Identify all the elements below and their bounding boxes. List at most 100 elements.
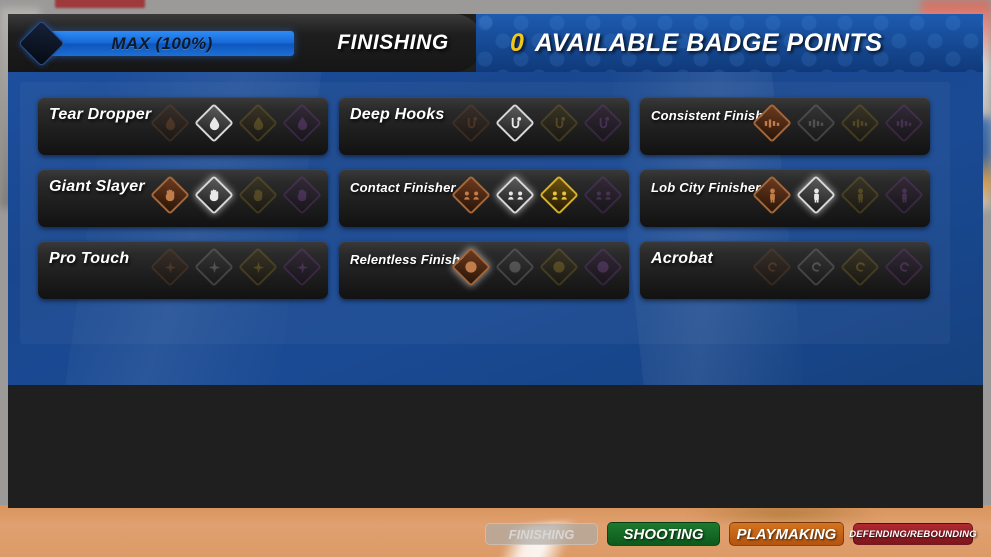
- badge-tier-hof-icon[interactable]: [884, 247, 924, 287]
- badge-tier-bronze-icon[interactable]: [451, 175, 491, 215]
- badge-glyph-hand-icon: [282, 175, 322, 215]
- badge-glyph-ball-icon: [539, 247, 579, 287]
- badge-card[interactable]: Acrobat: [640, 241, 930, 299]
- badge-tier-bronze-icon[interactable]: [752, 103, 792, 143]
- menu-lower-area: [8, 385, 983, 508]
- badge-tier-hof-icon[interactable]: [583, 247, 623, 287]
- badge-tier-silver-icon[interactable]: [495, 103, 535, 143]
- badge-tier-gold-icon[interactable]: [539, 247, 579, 287]
- badge-glyph-contact-icon: [495, 175, 535, 215]
- badge-tier-bronze-icon[interactable]: [451, 247, 491, 287]
- badge-tier-hof-icon[interactable]: [282, 103, 322, 143]
- badge-glyph-player-icon: [796, 175, 836, 215]
- badge-tier-row: [752, 103, 924, 143]
- badge-tier-hof-icon[interactable]: [282, 175, 322, 215]
- badge-tier-bronze-icon[interactable]: [150, 103, 190, 143]
- badge-glyph-swirl-icon: [752, 247, 792, 287]
- badge-card[interactable]: Tear Dropper: [38, 97, 328, 155]
- badge-name: Tear Dropper: [49, 106, 152, 123]
- badge-category-header: MAX (100%) FINISHING 0 AVAILABLE BADGE P…: [8, 14, 983, 72]
- badge-tier-bronze-icon[interactable]: [451, 103, 491, 143]
- category-title: FINISHING: [337, 31, 449, 54]
- badge-grid: Tear Dropper Deep Hooks Consistent Finishe…: [38, 97, 958, 299]
- badge-glyph-droplet-icon: [238, 103, 278, 143]
- badge-name: Contact Finisher: [350, 180, 456, 195]
- badge-glyph-player-icon: [752, 175, 792, 215]
- badge-tier-row: [451, 247, 623, 287]
- badge-glyph-ball-icon: [495, 247, 535, 287]
- nav-tab-playmaking[interactable]: PLAYMAKING: [729, 522, 844, 546]
- badge-tier-hof-icon[interactable]: [884, 175, 924, 215]
- badge-glyph-bars-icon: [752, 103, 792, 143]
- badge-tier-bronze-icon[interactable]: [150, 175, 190, 215]
- badge-tier-row: [150, 103, 322, 143]
- badge-tier-gold-icon[interactable]: [539, 175, 579, 215]
- badge-tier-gold-icon[interactable]: [840, 103, 880, 143]
- badge-list-panel: Tear Dropper Deep Hooks Consistent Finishe…: [8, 72, 983, 385]
- badge-tier-row: [150, 175, 322, 215]
- badge-tier-hof-icon[interactable]: [884, 103, 924, 143]
- badge-tier-hof-icon[interactable]: [282, 247, 322, 287]
- badge-tier-silver-icon[interactable]: [796, 175, 836, 215]
- badge-glyph-contact-icon: [451, 175, 491, 215]
- background-red-banner: [55, 0, 145, 8]
- badge-tier-silver-icon[interactable]: [796, 103, 836, 143]
- badge-tier-gold-icon[interactable]: [539, 103, 579, 143]
- badge-glyph-droplet-icon: [194, 103, 234, 143]
- badge-card[interactable]: Lob City Finisher: [640, 169, 930, 227]
- badge-points-banner: 0 AVAILABLE BADGE POINTS: [476, 14, 983, 72]
- badge-tier-gold-icon[interactable]: [840, 247, 880, 287]
- badge-name: Lob City Finisher: [651, 180, 761, 195]
- badge-tier-row: [752, 175, 924, 215]
- badge-points-label: AVAILABLE BADGE POINTS: [534, 28, 883, 57]
- nav-tab-shooting[interactable]: SHOOTING: [607, 522, 720, 546]
- badge-glyph-swirl-icon: [796, 247, 836, 287]
- badge-tier-row: [451, 175, 623, 215]
- badge-card[interactable]: Giant Slayer: [38, 169, 328, 227]
- badge-tier-silver-icon[interactable]: [495, 175, 535, 215]
- badge-tier-gold-icon[interactable]: [238, 247, 278, 287]
- badge-glyph-droplet-icon: [150, 103, 190, 143]
- nav-tab-defending[interactable]: DEFENDING/REBOUNDING: [849, 523, 977, 545]
- badge-tier-silver-icon[interactable]: [495, 247, 535, 287]
- badge-tier-silver-icon[interactable]: [194, 247, 234, 287]
- badge-glyph-swirl-icon: [840, 247, 880, 287]
- badge-tier-gold-icon[interactable]: [238, 175, 278, 215]
- badge-tier-bronze-icon[interactable]: [752, 175, 792, 215]
- badge-glyph-hand-icon: [238, 175, 278, 215]
- badge-tier-row: [752, 247, 924, 287]
- badge-tier-gold-icon[interactable]: [238, 103, 278, 143]
- badge-tier-hof-icon[interactable]: [583, 103, 623, 143]
- badge-name: Deep Hooks: [350, 106, 445, 123]
- badge-tier-silver-icon[interactable]: [194, 175, 234, 215]
- badge-card[interactable]: Contact Finisher: [339, 169, 629, 227]
- badge-glyph-player-icon: [840, 175, 880, 215]
- badge-glyph-ball-icon: [451, 247, 491, 287]
- progress-diamond-icon: [18, 20, 65, 67]
- progress-label: MAX (100%): [111, 33, 213, 53]
- badge-card[interactable]: Relentless Finisher: [339, 241, 629, 299]
- badge-glyph-spark-icon: [238, 247, 278, 287]
- badge-glyph-contact-icon: [539, 175, 579, 215]
- badge-points-count: 0: [510, 28, 524, 57]
- badge-name: Acrobat: [651, 250, 713, 267]
- badge-tier-bronze-icon[interactable]: [752, 247, 792, 287]
- badge-glyph-ball-icon: [583, 247, 623, 287]
- badge-glyph-player-icon: [884, 175, 924, 215]
- badge-name: Pro Touch: [49, 250, 130, 267]
- badge-card[interactable]: Deep Hooks: [339, 97, 629, 155]
- nav-tab-finishing[interactable]: FINISHING: [485, 523, 598, 545]
- badge-card[interactable]: Pro Touch: [38, 241, 328, 299]
- badge-tier-row: [451, 103, 623, 143]
- badge-glyph-hook-icon: [451, 103, 491, 143]
- badge-tier-hof-icon[interactable]: [583, 175, 623, 215]
- badge-tier-silver-icon[interactable]: [796, 247, 836, 287]
- badge-tier-bronze-icon[interactable]: [150, 247, 190, 287]
- badge-tier-gold-icon[interactable]: [840, 175, 880, 215]
- badge-glyph-hook-icon: [583, 103, 623, 143]
- badge-tier-silver-icon[interactable]: [194, 103, 234, 143]
- badge-glyph-bars-icon: [840, 103, 880, 143]
- badge-glyph-hook-icon: [539, 103, 579, 143]
- badge-card[interactable]: Consistent Finisher: [640, 97, 930, 155]
- badge-glyph-hand-icon: [150, 175, 190, 215]
